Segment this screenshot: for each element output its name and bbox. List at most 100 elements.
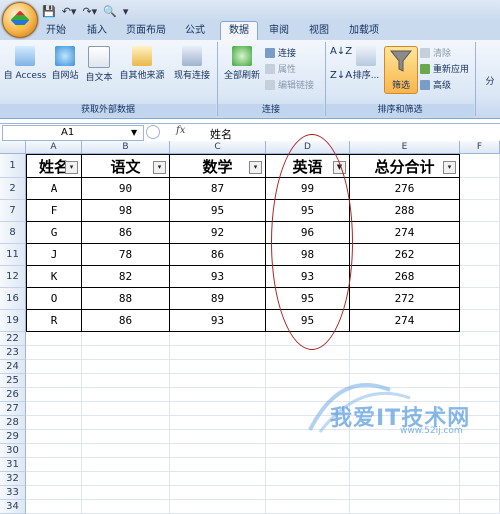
tab-data[interactable]: 数据 <box>220 21 258 42</box>
empty-cell[interactable] <box>170 430 266 444</box>
empty-cell[interactable] <box>26 430 82 444</box>
tab-review[interactable]: 审阅 <box>264 22 294 40</box>
ribbon-cut-off-button[interactable]: 分 <box>480 74 500 87</box>
data-cell[interactable]: 276 <box>350 178 460 200</box>
data-cell[interactable]: 86 <box>170 244 266 266</box>
sort-az-button[interactable]: A↓Z <box>330 46 352 57</box>
header-cell[interactable]: 数学 ▾ <box>170 154 266 178</box>
row-header[interactable]: 25 <box>0 374 26 388</box>
row-header[interactable]: 30 <box>0 444 26 458</box>
row-header[interactable]: 11 <box>0 244 26 266</box>
empty-cell[interactable] <box>460 346 500 360</box>
empty-cell[interactable] <box>350 444 460 458</box>
row-header[interactable]: 34 <box>0 500 26 514</box>
office-button[interactable] <box>2 2 38 38</box>
data-cell[interactable]: R <box>26 310 82 332</box>
name-box[interactable]: A1 ▼ <box>2 125 144 141</box>
empty-cell[interactable] <box>266 472 350 486</box>
filter-dropdown-icon[interactable]: ▾ <box>443 161 456 174</box>
filter-button[interactable]: 筛选 <box>384 46 418 94</box>
advanced-filter-button[interactable]: 高级 <box>420 78 451 91</box>
tab-insert[interactable]: 插入 <box>82 22 112 40</box>
data-cell[interactable]: 89 <box>170 288 266 310</box>
empty-cell[interactable] <box>82 416 170 430</box>
data-cell[interactable]: 93 <box>170 266 266 288</box>
empty-cell[interactable] <box>82 374 170 388</box>
data-cell[interactable]: 88 <box>82 288 170 310</box>
from-access-button[interactable]: 自 Access <box>3 46 47 81</box>
empty-cell[interactable] <box>170 416 266 430</box>
row-header[interactable]: 27 <box>0 402 26 416</box>
filter-dropdown-icon[interactable]: ▾ <box>249 161 262 174</box>
data-cell[interactable]: O <box>26 288 82 310</box>
connections-button[interactable]: 连接 <box>265 46 296 59</box>
select-all-corner[interactable] <box>0 141 26 154</box>
empty-cell[interactable] <box>26 500 82 514</box>
from-other-sources-button[interactable]: 自其他来源 <box>117 46 167 81</box>
empty-cell[interactable] <box>26 388 82 402</box>
empty-cell[interactable] <box>26 402 82 416</box>
empty-cell[interactable] <box>460 244 500 266</box>
empty-cell[interactable] <box>460 154 500 178</box>
row-header[interactable]: 24 <box>0 360 26 374</box>
empty-cell[interactable] <box>82 360 170 374</box>
column-header-b[interactable]: B <box>82 141 170 154</box>
data-cell[interactable]: 268 <box>350 266 460 288</box>
empty-cell[interactable] <box>82 472 170 486</box>
empty-cell[interactable] <box>26 458 82 472</box>
data-cell[interactable]: 86 <box>82 222 170 244</box>
row-header[interactable]: 2 <box>0 178 26 200</box>
empty-cell[interactable] <box>350 458 460 472</box>
data-cell[interactable]: 274 <box>350 222 460 244</box>
empty-cell[interactable] <box>82 458 170 472</box>
redo-icon[interactable]: ↷▾ <box>82 5 97 18</box>
data-cell[interactable]: 87 <box>170 178 266 200</box>
empty-cell[interactable] <box>82 332 170 346</box>
data-cell[interactable]: 93 <box>170 310 266 332</box>
empty-cell[interactable] <box>170 402 266 416</box>
sort-button[interactable]: 排序... <box>350 46 382 81</box>
row-header[interactable]: 32 <box>0 472 26 486</box>
empty-cell[interactable] <box>350 472 460 486</box>
fx-icon[interactable]: fx <box>176 125 185 136</box>
header-cell[interactable]: 语文 ▾ <box>82 154 170 178</box>
empty-cell[interactable] <box>266 486 350 500</box>
sort-za-button[interactable]: Z↓A <box>330 70 352 81</box>
empty-cell[interactable] <box>460 200 500 222</box>
row-header[interactable]: 23 <box>0 346 26 360</box>
empty-cell[interactable] <box>26 374 82 388</box>
column-header-f[interactable]: F <box>460 141 500 154</box>
data-cell[interactable]: 90 <box>82 178 170 200</box>
print-preview-icon[interactable]: 🔍 <box>103 5 117 18</box>
empty-cell[interactable] <box>170 486 266 500</box>
empty-cell[interactable] <box>460 500 500 514</box>
data-cell[interactable]: 288 <box>350 200 460 222</box>
empty-cell[interactable] <box>170 332 266 346</box>
save-icon[interactable]: 💾 <box>42 5 56 18</box>
data-cell[interactable]: 82 <box>82 266 170 288</box>
qat-more-icon[interactable]: ▾ <box>123 5 129 18</box>
data-cell[interactable]: 274 <box>350 310 460 332</box>
row-header[interactable]: 26 <box>0 388 26 402</box>
header-cell[interactable]: 姓名 ▾ <box>26 154 82 178</box>
row-header[interactable]: 28 <box>0 416 26 430</box>
tab-addins[interactable]: 加载项 <box>344 22 384 40</box>
empty-cell[interactable] <box>170 388 266 402</box>
existing-connections-button[interactable]: 现有连接 <box>170 46 214 81</box>
empty-cell[interactable] <box>350 500 460 514</box>
column-header-c[interactable]: C <box>170 141 266 154</box>
data-cell[interactable]: G <box>26 222 82 244</box>
empty-cell[interactable] <box>460 486 500 500</box>
data-cell[interactable]: A <box>26 178 82 200</box>
from-text-button[interactable]: 自文本 <box>83 46 115 83</box>
data-cell[interactable]: 95 <box>170 200 266 222</box>
data-cell[interactable]: F <box>26 200 82 222</box>
empty-cell[interactable] <box>26 444 82 458</box>
empty-cell[interactable] <box>170 500 266 514</box>
empty-cell[interactable] <box>170 472 266 486</box>
column-header-e[interactable]: E <box>350 141 460 154</box>
empty-cell[interactable] <box>170 360 266 374</box>
header-cell[interactable]: 总分合计 ▾ <box>350 154 460 178</box>
empty-cell[interactable] <box>26 332 82 346</box>
empty-cell[interactable] <box>460 222 500 244</box>
